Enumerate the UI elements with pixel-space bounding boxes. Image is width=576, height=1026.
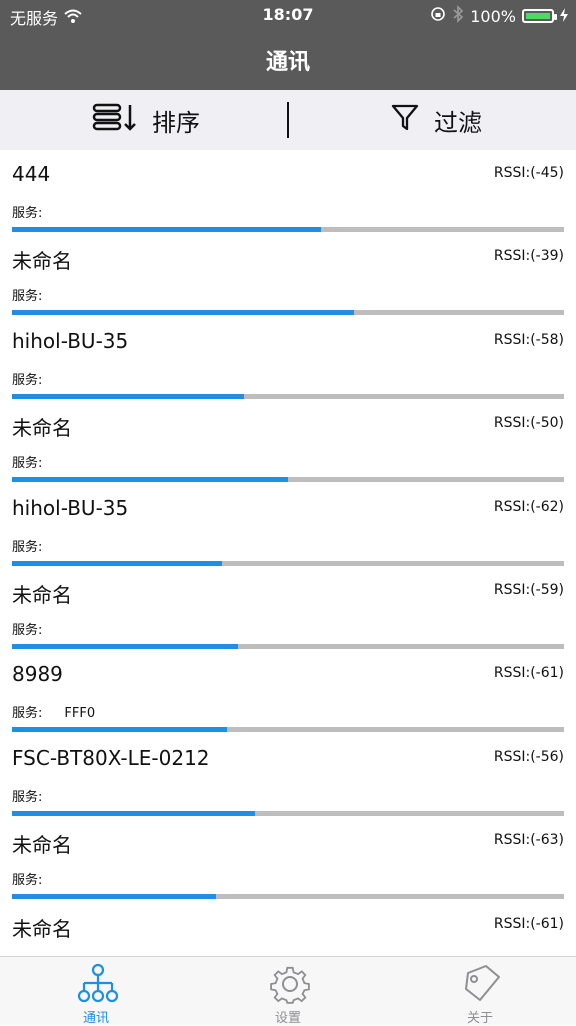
toolbar: 排序 过滤 <box>0 90 576 150</box>
signal-bar-fill <box>12 310 355 316</box>
device-rssi: RSSI:(-61) <box>493 915 564 932</box>
orientation-lock-icon <box>430 6 446 26</box>
service-label: 服务: <box>12 706 43 722</box>
service-label: 服务: <box>12 622 43 638</box>
signal-bar <box>12 810 564 816</box>
signal-bar-fill <box>12 393 244 399</box>
device-row[interactable]: hihol-BU-35 RSSI:(-58) 服务: <box>0 317 576 400</box>
device-rssi: RSSI:(-50) <box>493 415 564 432</box>
device-name: 未命名 <box>12 249 72 274</box>
tab-label: 通讯 <box>82 1011 109 1026</box>
tab-bar: 通讯 设置 关于 <box>0 956 576 1026</box>
battery-icon <box>522 9 557 23</box>
device-row[interactable]: 未命名 RSSI:(-59) 服务: <box>0 567 576 650</box>
page-title: 通讯 <box>265 50 310 75</box>
signal-bar-fill <box>12 227 322 232</box>
device-row[interactable]: 未命名 RSSI:(-39) 服务: <box>0 233 576 316</box>
top-bar: 无服务 18:07 100% 通讯 <box>0 0 576 90</box>
device-rssi: RSSI:(-61) <box>493 665 564 682</box>
service-label: 服务: <box>12 873 43 889</box>
tab-communication[interactable]: 通讯 <box>0 957 192 1026</box>
device-rssi: RSSI:(-58) <box>493 331 564 348</box>
sort-button[interactable]: 排序 <box>92 90 200 150</box>
device-name: 未命名 <box>12 416 72 441</box>
device-name: 8989 <box>12 662 63 687</box>
signal-bar <box>12 894 564 900</box>
device-name: 未命名 <box>12 916 72 941</box>
device-name: hihol-BU-35 <box>12 328 129 353</box>
device-row[interactable]: 未命名 RSSI:(-61) 服务: <box>0 901 576 956</box>
signal-bar-fill <box>12 643 239 649</box>
filter-button[interactable]: 过滤 <box>390 90 482 150</box>
signal-bar <box>12 727 564 733</box>
signal-bar <box>12 477 564 483</box>
service-label: 服务: <box>12 289 43 305</box>
device-rssi: RSSI:(-56) <box>493 748 564 765</box>
tab-label: 关于 <box>466 1011 493 1026</box>
device-row[interactable]: FSC-BT80X-LE-0212 RSSI:(-56) 服务: <box>0 734 576 817</box>
toolbar-divider <box>287 102 289 138</box>
filter-label: 过滤 <box>434 108 482 137</box>
signal-bar <box>12 643 564 649</box>
signal-bar <box>12 560 564 566</box>
status-bar: 无服务 18:07 100% <box>0 0 576 30</box>
tab-label: 设置 <box>274 1011 301 1026</box>
signal-bar-fill <box>12 560 222 566</box>
bluetooth-icon <box>452 5 464 27</box>
device-rssi: RSSI:(-45) <box>493 165 564 181</box>
signal-bar <box>12 227 564 232</box>
device-list[interactable]: 444 RSSI:(-45) 服务: 未命名 RSSI:(-39) 服务: hi… <box>0 150 576 956</box>
device-name: 444 <box>12 162 51 186</box>
device-rssi: RSSI:(-63) <box>493 832 564 849</box>
battery-percent: 100% <box>470 6 516 26</box>
signal-bar <box>12 310 564 316</box>
signal-bar <box>12 393 564 399</box>
filter-icon <box>390 102 420 138</box>
tab-settings[interactable]: 设置 <box>192 957 384 1026</box>
service-value: FFF0 <box>64 706 96 722</box>
service-label: 服务: <box>12 206 43 221</box>
charging-icon <box>560 7 568 26</box>
device-rssi: RSSI:(-59) <box>493 581 564 598</box>
device-name: hihol-BU-35 <box>12 495 129 520</box>
device-rssi: RSSI:(-39) <box>493 248 564 265</box>
service-label: 服务: <box>12 539 43 555</box>
signal-bar-fill <box>12 810 255 816</box>
device-row[interactable]: 未命名 RSSI:(-63) 服务: <box>0 817 576 900</box>
device-row[interactable]: 444 RSSI:(-45) 服务: <box>0 150 576 233</box>
device-row[interactable]: 8989 RSSI:(-61) 服务: FFF0 <box>0 650 576 733</box>
tab-about[interactable]: 关于 <box>384 957 576 1026</box>
device-row[interactable]: 未命名 RSSI:(-50) 服务: <box>0 400 576 483</box>
sort-label: 排序 <box>152 108 200 137</box>
signal-bar-fill <box>12 477 288 483</box>
service-label: 服务: <box>12 372 43 388</box>
service-label: 服务: <box>12 789 43 805</box>
signal-bar-fill <box>12 727 228 733</box>
sort-icon <box>92 102 138 138</box>
service-label: 服务: <box>12 456 43 472</box>
device-name: FSC-BT80X-LE-0212 <box>12 745 210 770</box>
device-rssi: RSSI:(-62) <box>493 498 564 515</box>
signal-bar-fill <box>12 894 217 900</box>
device-name: 未命名 <box>12 833 72 858</box>
device-name: 未命名 <box>12 582 72 607</box>
device-row[interactable]: hihol-BU-35 RSSI:(-62) 服务: <box>0 484 576 567</box>
